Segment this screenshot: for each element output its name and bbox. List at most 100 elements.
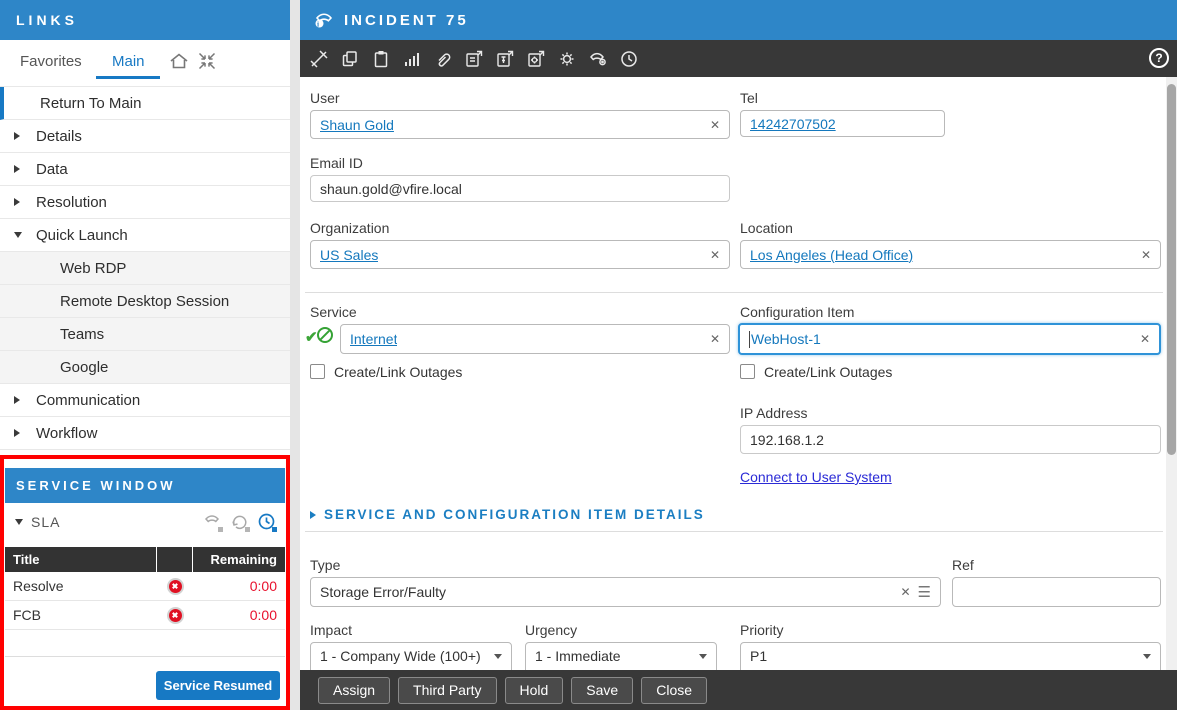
incident-title: INCIDENT 75 [344,12,469,29]
tab-favorites[interactable]: Favorites [20,53,82,70]
sla-table: Title Remaining Resolve 0:00 FCB 0:00 [5,547,285,630]
incident-form: User Shaun Gold Tel 14242707502 Email ID… [300,77,1166,670]
location-field[interactable]: Los Angeles (Head Office) [740,240,1161,269]
config-outages-label: Create/Link Outages [764,364,892,380]
divider [305,292,1163,293]
document-link-icon[interactable] [463,48,485,70]
phone-icon[interactable] [203,512,223,532]
sidebar-item-google[interactable]: Google [0,351,290,384]
sidebar-item-web-rdp[interactable]: Web RDP [0,252,290,285]
sidebar-item-remote-desktop-session[interactable]: Remote Desktop Session [0,285,290,318]
sidebar-item-teams[interactable]: Teams [0,318,290,351]
sla-section-header[interactable]: SLA [5,503,285,541]
section-header-service-ci-details[interactable]: SERVICE AND CONFIGURATION ITEM DETAILS [310,507,705,522]
pin-link-icon[interactable] [494,48,516,70]
home-icon[interactable] [168,50,190,72]
service-label: Service [310,304,357,320]
chevron-down-icon [14,232,22,238]
config-item-field[interactable]: WebHost-1 [738,323,1161,355]
organization-field[interactable]: US Sales [310,240,730,269]
attachment-icon[interactable] [432,48,454,70]
type-menu-icon[interactable] [911,583,931,601]
third-party-button[interactable]: Third Party [398,677,496,704]
chevron-right-icon [14,396,20,404]
priority-label: Priority [740,622,784,638]
ip-address-value: 192.168.1.2 [750,432,824,448]
save-button[interactable]: Save [571,677,633,704]
chevron-right-icon [14,198,20,206]
config-outages-checkbox[interactable] [740,364,755,379]
clear-config-item-icon[interactable] [1132,332,1150,346]
clipboard-icon[interactable] [370,48,392,70]
clear-type-icon[interactable] [892,585,910,599]
incident-header: i INCIDENT 75 [300,0,1177,40]
sla-stopped-icon[interactable] [167,578,184,595]
organization-value-link[interactable]: US Sales [320,247,378,263]
redo-icon[interactable] [230,512,250,532]
settings-icon[interactable] [556,48,578,70]
chevron-right-icon [14,165,20,173]
chevron-right-icon [14,132,20,140]
sidebar-item-return-to-main[interactable]: Return To Main [0,87,290,120]
links-panel-title: LINKS [0,0,290,40]
tab-main[interactable]: Main [112,53,145,70]
chevron-down-icon [699,654,707,659]
history-clock-icon[interactable] [618,48,640,70]
config-item-value-link[interactable]: WebHost-1 [751,331,821,347]
service-outages-checkbox[interactable] [310,364,325,379]
user-field[interactable]: Shaun Gold [310,110,730,139]
sidebar-item-data[interactable]: Data [0,153,290,186]
bar-chart-icon[interactable] [401,48,423,70]
user-value-link[interactable]: Shaun Gold [320,117,394,133]
ref-field[interactable] [952,577,1161,607]
type-field[interactable]: Storage Error/Faulty [310,577,941,607]
service-resumed-button[interactable]: Service Resumed [156,671,280,700]
active-tab-underline [96,76,160,79]
location-value-link[interactable]: Los Angeles (Head Office) [750,247,913,263]
no-outage-icon [316,326,334,344]
sidebar-item-quick-launch[interactable]: Quick Launch [0,219,290,252]
close-button[interactable]: Close [641,677,707,704]
ip-address-field[interactable]: 192.168.1.2 [740,425,1161,454]
service-value-link[interactable]: Internet [350,331,397,347]
sla-row-resolve[interactable]: Resolve 0:00 [5,572,285,601]
sidebar-item-details[interactable]: Details [0,120,290,153]
ip-address-label: IP Address [740,405,807,421]
help-icon[interactable]: ? [1149,48,1169,68]
assign-button[interactable]: Assign [318,677,390,704]
clock-icon[interactable] [257,512,277,532]
settings-link-icon[interactable] [525,48,547,70]
clear-organization-icon[interactable] [702,248,720,262]
sla-remaining-value: 0:00 [193,578,285,594]
email-label: Email ID [310,155,363,171]
sla-row-fcb[interactable]: FCB 0:00 [5,601,285,630]
sla-stopped-icon[interactable] [167,607,184,624]
divider [5,656,285,657]
tel-field[interactable]: 14242707502 [740,110,945,137]
email-field[interactable]: shaun.gold@vfire.local [310,175,730,202]
service-field[interactable]: Internet [340,324,730,354]
config-item-label: Configuration Item [740,304,854,320]
tel-value-link[interactable]: 14242707502 [750,116,836,132]
sidebar-item-communication[interactable]: Communication [0,384,290,417]
service-window-title: SERVICE WINDOW [5,468,285,503]
phone-icon[interactable] [587,48,609,70]
text-caret [749,331,750,348]
clear-location-icon[interactable] [1133,248,1151,262]
collapse-panel-icon[interactable] [197,51,217,71]
chevron-down-icon [494,654,502,659]
clear-service-icon[interactable] [702,332,720,346]
copy-icon[interactable] [339,48,361,70]
urgency-label: Urgency [525,622,577,638]
connect-to-user-system-link[interactable]: Connect to User System [740,469,892,485]
unpin-icon[interactable] [308,48,330,70]
hold-button[interactable]: Hold [505,677,564,704]
email-value: shaun.gold@vfire.local [320,181,462,197]
sidebar-item-workflow[interactable]: Workflow [0,417,290,450]
scrollbar-thumb[interactable] [1167,84,1176,455]
type-label: Type [310,557,340,573]
clear-user-icon[interactable] [702,118,720,132]
sidebar-item-resolution[interactable]: Resolution [0,186,290,219]
app-window: LINKS Favorites Main Return To Main Deta [0,0,1177,710]
svg-text:i: i [317,19,322,28]
